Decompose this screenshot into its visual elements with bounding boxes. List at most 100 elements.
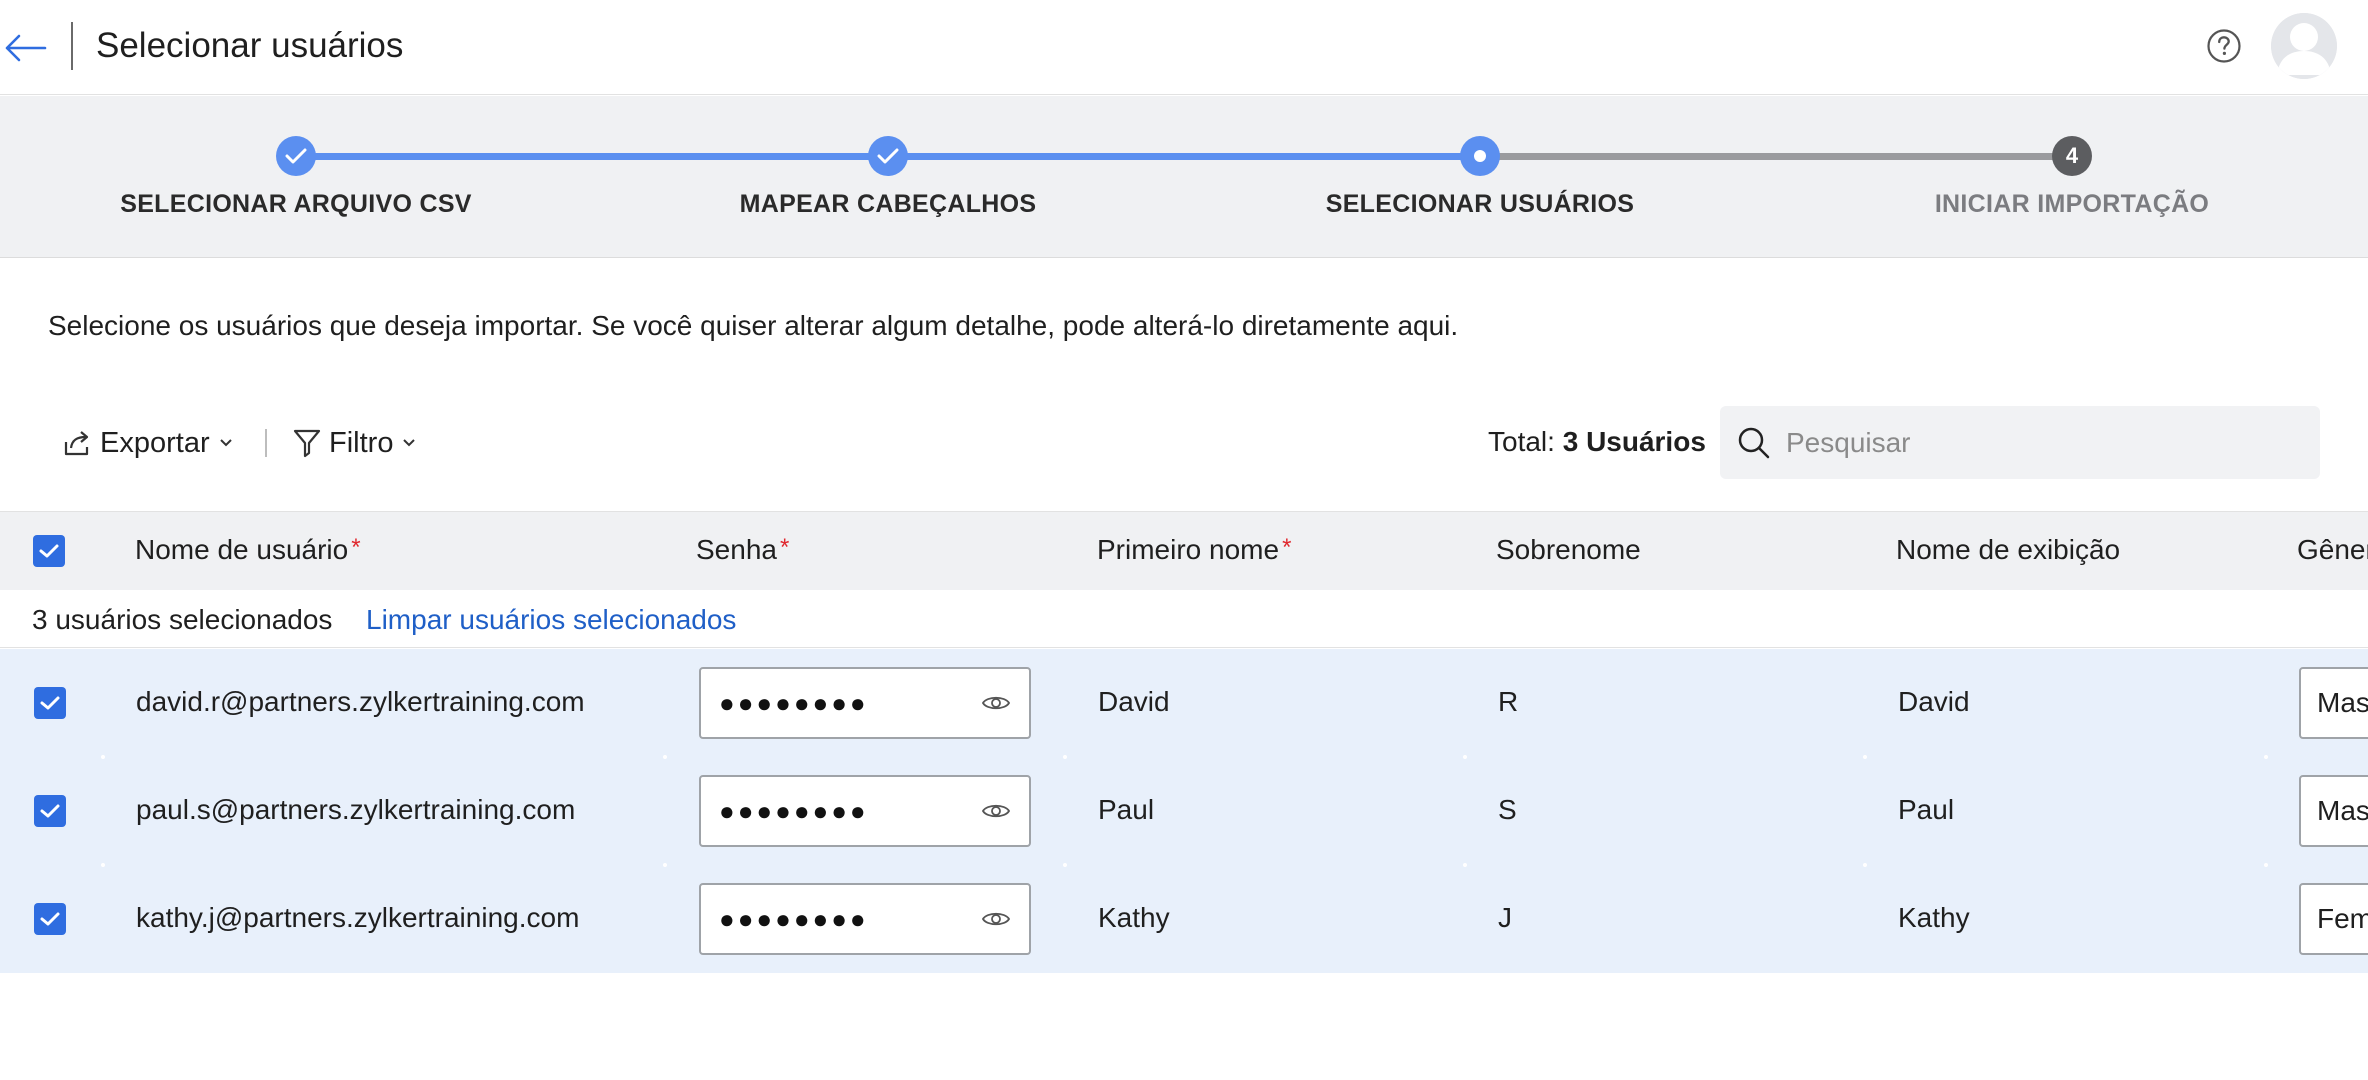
step-line-1 [296,153,888,160]
column-separator-dot [1863,863,1867,867]
gender-select[interactable]: Mas [2299,775,2368,847]
filter-icon [293,429,321,458]
eye-icon[interactable] [981,691,1011,715]
back-button[interactable] [0,24,50,72]
first-name-cell: Paul [1098,794,1155,825]
question-circle-icon [2207,29,2241,63]
total-prefix: Total: [1488,426,1555,457]
step-label-3: SELECIONAR USUÁRIOS [1325,190,1635,218]
instructions-text: Selecione os usuários que deseja importa… [48,310,1459,341]
first-name-cell: Kathy [1098,902,1170,933]
clear-selection-link[interactable]: Limpar usuários selecionados [366,604,736,636]
selected-count: 3 usuários selecionados [32,604,333,635]
column-separator-dot [1063,863,1067,867]
check-icon [40,912,60,926]
required-marker: * [779,534,790,561]
user-avatar-icon [2271,13,2337,79]
column-separator-dot [2264,755,2268,759]
check-icon [40,804,60,818]
column-label: Primeiro nome [1097,534,1280,565]
required-marker: * [351,534,361,561]
step-4-number: 4 [2052,136,2092,176]
password-field[interactable]: ●●●●●●●● [699,775,1031,847]
column-header-username: Nome de usuário * [135,534,361,566]
table-row: kathy.j@partners.zylkertraining.com ●●●●… [0,865,2368,973]
column-separator-dot [1463,863,1467,867]
filter-label: Filtro [329,426,394,459]
toolbar-separator [265,429,267,457]
column-label: Senha [696,534,777,565]
current-step-dot [1474,150,1486,162]
import-stepper: 4 SELECIONAR ARQUIVO CSV MAPEAR CABEÇALH… [0,96,2368,258]
export-icon [64,431,89,456]
column-separator-dot [663,863,667,867]
check-icon [285,148,307,164]
row-checkbox[interactable] [34,687,66,719]
first-name-cell: David [1098,686,1170,717]
step-3-current [1460,136,1500,176]
step-label-2: MAPEAR CABEÇALHOS [739,190,1037,218]
check-icon [877,148,899,164]
column-header-gender: Gêner [2297,534,2368,565]
step-line-3 [1480,153,2072,160]
table-header: Nome de usuário * Senha * Primeiro nome * S… [0,511,2368,590]
display-name-cell: Paul [1898,794,1955,825]
display-name-cell: Kathy [1898,902,1970,933]
select-all-checkbox[interactable] [33,535,65,567]
password-value: ●●●●●●●● [719,904,869,934]
total-users: Total: 3 Usuários [1488,426,1706,458]
column-header-last-name: Sobrenome [1496,534,1641,565]
column-separator-dot [1063,755,1067,759]
row-checkbox[interactable] [34,903,66,935]
step-label-1: SELECIONAR ARQUIVO CSV [120,190,472,218]
column-label: Nome de usuário [135,534,349,565]
last-name-cell: S [1498,794,1517,825]
column-header-first-name: Primeiro nome * [1097,534,1291,566]
column-separator-dot [1463,755,1467,759]
chevron-down-icon [403,439,416,447]
display-name-cell: David [1898,686,1970,717]
gender-select[interactable]: Mas [2299,667,2368,739]
chevron-down-icon [219,439,232,447]
table-row: paul.s@partners.zylkertraining.com ●●●●●… [0,757,2368,865]
arrow-left-icon [5,34,47,62]
password-value: ●●●●●●●● [719,796,869,826]
selection-bar: 3 usuários selecionados Limpar usuários … [0,590,2368,648]
step-1-check [276,136,316,176]
check-icon [39,544,59,558]
search-icon [1738,427,1770,458]
gender-select[interactable]: Fem [2299,883,2368,955]
search-box[interactable] [1720,406,2320,479]
export-dropdown[interactable]: Exportar [62,424,234,462]
column-separator-dot [101,755,105,759]
column-separator-dot [101,863,105,867]
search-input[interactable] [1786,426,2306,459]
eye-icon[interactable] [981,907,1011,931]
total-value: 3 Usuários [1562,426,1706,457]
column-separator-dot [1863,755,1867,759]
row-checkbox[interactable] [34,795,66,827]
column-separator-dot [2264,863,2268,867]
last-name-cell: R [1498,686,1519,717]
column-header-password: Senha * [696,534,789,566]
last-name-cell: J [1498,902,1512,933]
column-separator-dot [663,755,667,759]
password-field[interactable]: ●●●●●●●● [699,883,1031,955]
eye-icon[interactable] [981,799,1011,823]
required-marker: * [1282,534,1292,561]
export-label: Exportar [100,426,210,459]
password-field[interactable]: ●●●●●●●● [699,667,1031,739]
check-icon [40,696,60,710]
avatar[interactable] [2271,13,2337,79]
username-cell: paul.s@partners.zylkertraining.com [136,794,576,825]
help-button[interactable] [2206,28,2242,64]
column-header-display-name: Nome de exibição [1896,534,2121,565]
password-value: ●●●●●●●● [719,688,869,718]
filter-dropdown[interactable]: Filtro [293,424,417,462]
step-line-2 [888,153,1480,160]
step-2-check [868,136,908,176]
step-label-4: INICIAR IMPORTAÇÃO [1934,190,2210,218]
top-header: Selecionar usuários [0,0,2368,95]
header-divider [71,22,73,70]
table-row: david.r@partners.zylkertraining.com ●●●●… [0,649,2368,757]
